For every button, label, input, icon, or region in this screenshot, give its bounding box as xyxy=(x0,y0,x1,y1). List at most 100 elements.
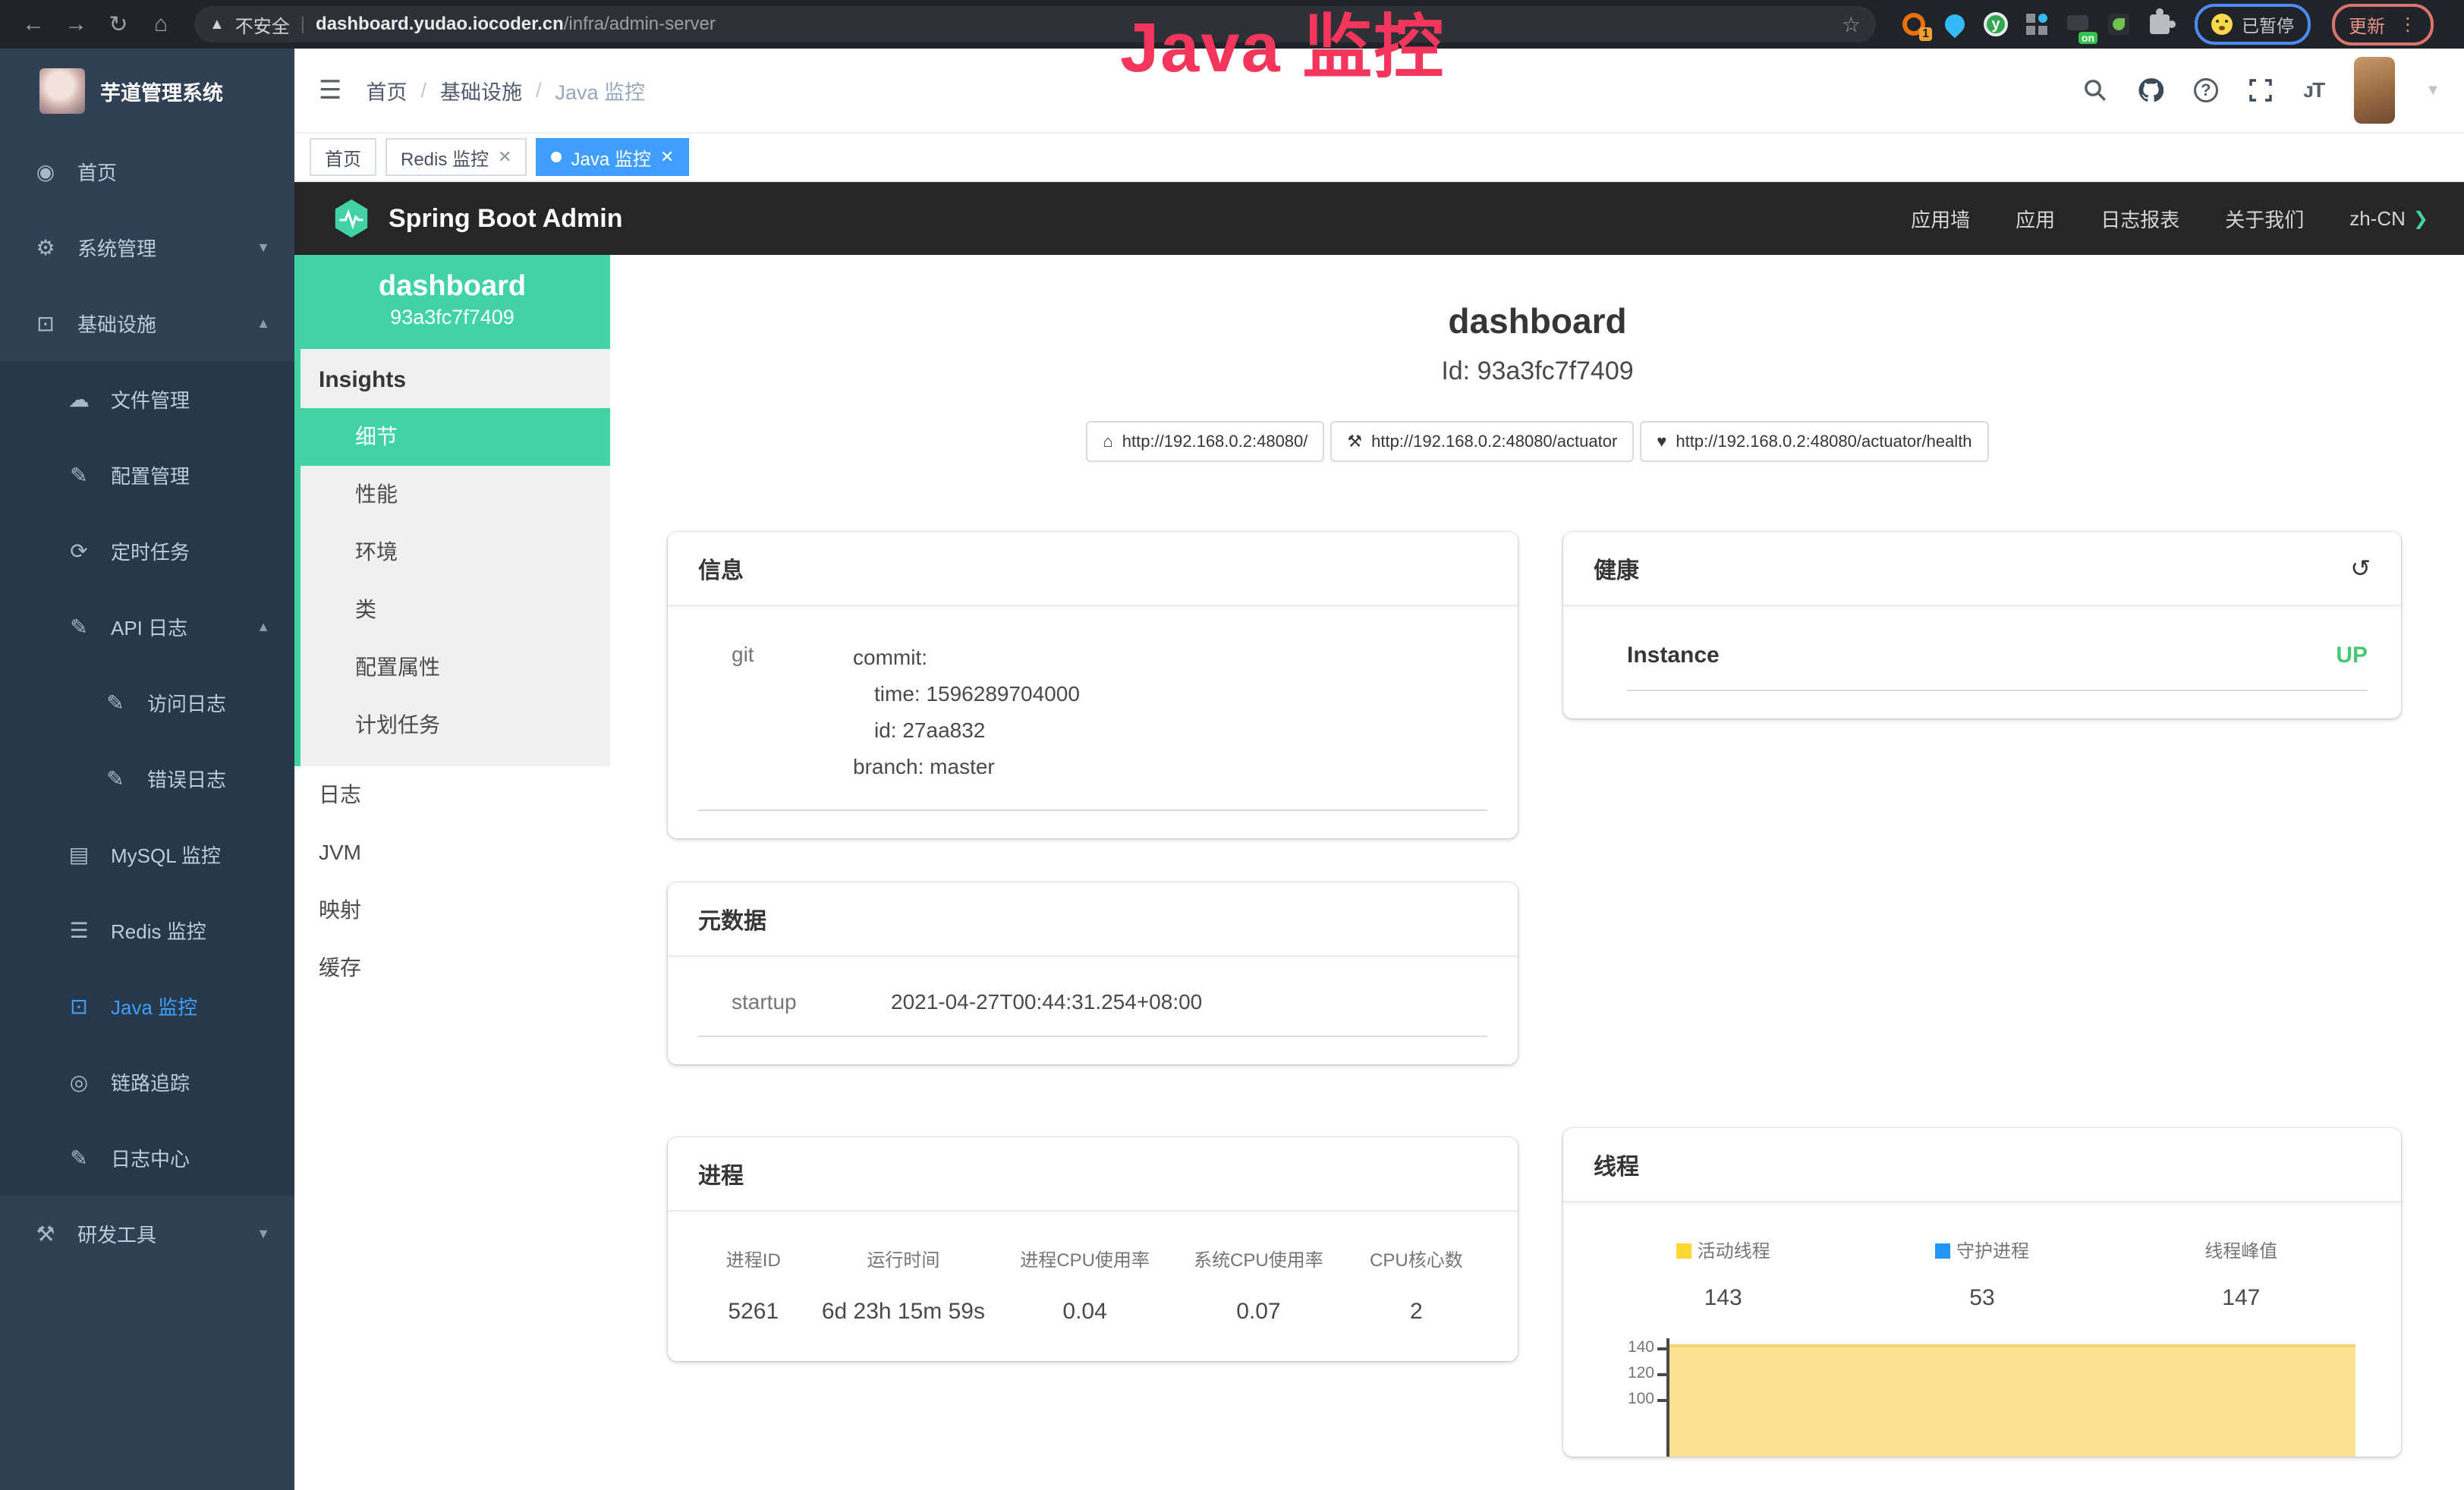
app-title: 芋道管理系统 xyxy=(100,77,223,106)
user-avatar[interactable] xyxy=(2354,57,2395,124)
sba-locale-select[interactable]: zh-CN ❯︎ xyxy=(2349,207,2428,231)
system-cpu: 0.07 xyxy=(1172,1278,1345,1334)
endpoint-actuator-button[interactable]: ⚒ http://192.168.0.2:48080/actuator xyxy=(1330,421,1634,462)
side-item-caches[interactable]: 缓存 xyxy=(294,939,610,997)
sidebar-item-devtools[interactable]: ⚒ 研发工具 ▼ xyxy=(0,1196,294,1272)
sba-nav-wallboard[interactable]: 应用墙 xyxy=(1911,205,1970,233)
forward-icon[interactable]: → xyxy=(58,11,94,37)
extension-icon-pin[interactable] xyxy=(1941,11,1968,38)
avatar-caret-icon[interactable]: ▼ xyxy=(2425,82,2440,99)
home-icon[interactable]: ⌂ xyxy=(143,11,179,37)
side-item-env[interactable]: 环境 xyxy=(301,523,610,581)
peak-threads-value: 147 xyxy=(2112,1285,2371,1311)
github-icon[interactable] xyxy=(2138,77,2163,103)
process-card: 进程 进程ID 运行时间 进程CPU使用率 系统CPU使用率 CPU核心数 xyxy=(668,1137,1518,1361)
fullscreen-icon[interactable] xyxy=(2248,78,2273,102)
extension-icon-green-y[interactable]: y xyxy=(1982,11,2009,38)
edit-icon: ✎ xyxy=(67,463,91,488)
sidebar-item-java-monitor[interactable]: ⊡ Java 监控 xyxy=(0,968,294,1044)
hamburger-icon[interactable]: ☰ xyxy=(319,75,341,105)
profile-paused-chip[interactable]: 已暂停 xyxy=(2195,4,2311,45)
process-cpu: 0.04 xyxy=(998,1278,1172,1334)
side-item-mappings[interactable]: 映射 xyxy=(294,882,610,939)
address-bar[interactable]: ▲ 不安全 | dashboard.yudao.iocoder.cn/infra… xyxy=(194,6,1876,42)
endpoint-home-button[interactable]: ⌂ http://192.168.0.2:48080/ xyxy=(1086,421,1324,462)
side-item-details[interactable]: 细节 xyxy=(294,408,610,466)
info-card: 信息 git commit: time: 1596289704000 id: 2… xyxy=(668,532,1518,838)
font-size-icon[interactable]: ᴊT xyxy=(2303,78,2324,102)
threads-values: 143 53 147 xyxy=(1594,1285,2371,1311)
sidebar-item-home[interactable]: ◉ 首页 xyxy=(0,134,294,209)
eye-icon: ◎ xyxy=(67,1070,91,1095)
metadata-row-startup: startup 2021-04-27T00:44:31.254+08:00 xyxy=(698,984,1487,1037)
page-id: Id: 93a3fc7f7409 xyxy=(610,357,2464,386)
log-edit-icon: ✎ xyxy=(67,615,91,640)
extension-icon-grid[interactable] xyxy=(2023,11,2050,38)
sidebar-item-system[interactable]: ⚙ 系统管理 ▼ xyxy=(0,209,294,285)
cloud-upload-icon: ☁ xyxy=(67,387,91,412)
endpoint-health-button[interactable]: ♥ http://192.168.0.2:48080/actuator/heal… xyxy=(1640,421,1988,462)
sidebar-item-log-center[interactable]: ✎ 日志中心 xyxy=(0,1120,294,1196)
sidebar-item-tracing[interactable]: ◎ 链路追踪 xyxy=(0,1044,294,1120)
sidebar-item-cron[interactable]: ⟳ 定时任务 xyxy=(0,513,294,589)
sba-nav-journal[interactable]: 日志报表 xyxy=(2101,205,2179,233)
side-item-scheduled[interactable]: 计划任务 xyxy=(301,696,610,754)
reload-icon[interactable]: ↻ xyxy=(100,11,137,38)
sidebar-item-files[interactable]: ☁ 文件管理 xyxy=(0,361,294,437)
wrench-icon: ⚒ xyxy=(1347,432,1362,451)
chevron-down-icon: ▼ xyxy=(256,240,270,256)
chrome-update-button[interactable]: 更新 ⋮ xyxy=(2332,4,2434,46)
process-uptime: 6d 23h 15m 59s xyxy=(809,1278,999,1334)
sidebar-item-redis[interactable]: ☰ Redis 监控 xyxy=(0,892,294,968)
breadcrumb-home[interactable]: 首页 xyxy=(366,76,407,105)
health-instance-row: Instance UP xyxy=(1627,643,2368,691)
side-item-jvm[interactable]: JVM xyxy=(294,824,610,882)
layers-icon: ☰ xyxy=(67,918,91,943)
browser-menu-icon[interactable]: ⋮ xyxy=(2399,14,2417,36)
help-icon[interactable]: ? xyxy=(2194,78,2218,102)
extension-icon-leaf[interactable] xyxy=(2105,11,2132,38)
app-logo[interactable]: 芋道管理系统 xyxy=(0,49,294,134)
tab-home[interactable]: 首页 xyxy=(310,138,376,176)
update-label: 更新 xyxy=(2349,11,2385,38)
side-item-logs[interactable]: 日志 xyxy=(294,766,610,824)
toolbox-icon: ⚒ xyxy=(33,1221,58,1246)
paused-label: 已暂停 xyxy=(2242,11,2294,37)
sidebar-item-config[interactable]: ✎ 配置管理 xyxy=(0,437,294,513)
sba-nav-applications[interactable]: 应用 xyxy=(2016,205,2055,233)
extensions-puzzle-icon[interactable] xyxy=(2146,11,2173,38)
sidebar-item-error-log[interactable]: ✎ 错误日志 xyxy=(0,740,294,816)
close-icon[interactable]: ✕ xyxy=(498,147,511,167)
side-item-classes[interactable]: 类 xyxy=(301,581,610,639)
tab-java-monitor[interactable]: Java 监控 ✕ xyxy=(536,138,689,176)
extension-icon-orange[interactable]: 1 xyxy=(1900,11,1927,38)
threads-chart: 140 120 100 xyxy=(1594,1335,2371,1457)
sidebar-item-mysql[interactable]: ▤ MySQL 监控 xyxy=(0,816,294,892)
close-icon[interactable]: ✕ xyxy=(660,147,674,167)
health-card-title: 健康 xyxy=(1594,552,1639,585)
sba-instance-header[interactable]: dashboard 93a3fc7f7409 xyxy=(294,255,610,349)
chevron-up-icon: ▲ xyxy=(256,316,270,332)
admin-sidebar: 芋道管理系统 ◉ 首页 ⚙ 系统管理 ▼ ⊡ 基础设施 ▲ ☁ 文件管理 ✎ 配… xyxy=(0,49,294,1490)
tab-redis-monitor[interactable]: Redis 监控 ✕ xyxy=(385,138,527,176)
chevron-down-icon: ❯︎ xyxy=(2413,208,2428,230)
sidebar-item-api-log[interactable]: ✎ API 日志 ▲ xyxy=(0,589,294,665)
sba-nav-about[interactable]: 关于我们 xyxy=(2225,205,2304,233)
back-icon[interactable]: ← xyxy=(15,11,52,37)
process-card-title: 进程 xyxy=(698,1157,744,1190)
bookmark-star-icon[interactable]: ☆ xyxy=(1842,12,1861,37)
sidebar-item-access-log[interactable]: ✎ 访问日志 xyxy=(0,665,294,740)
instance-label: Instance xyxy=(1627,643,1720,668)
side-item-configprops[interactable]: 配置属性 xyxy=(301,639,610,696)
breadcrumb: 首页 / 基础设施 / Java 监控 xyxy=(366,76,645,105)
page-title: dashboard xyxy=(610,300,2464,341)
side-item-metrics[interactable]: 性能 xyxy=(301,466,610,523)
history-icon[interactable]: ↺ xyxy=(2350,554,2371,583)
heartbeat-icon: ♥ xyxy=(1657,432,1666,451)
search-icon[interactable] xyxy=(2083,78,2107,102)
status-badge: UP xyxy=(2336,643,2368,668)
threads-card: 线程 活动线程 守护进程 线程峰值 143 53 1 xyxy=(1563,1128,2401,1457)
sidebar-item-infra[interactable]: ⊡ 基础设施 ▲ xyxy=(0,285,294,361)
breadcrumb-infra[interactable]: 基础设施 xyxy=(440,76,522,105)
extension-icon-on[interactable]: on xyxy=(2064,11,2091,38)
